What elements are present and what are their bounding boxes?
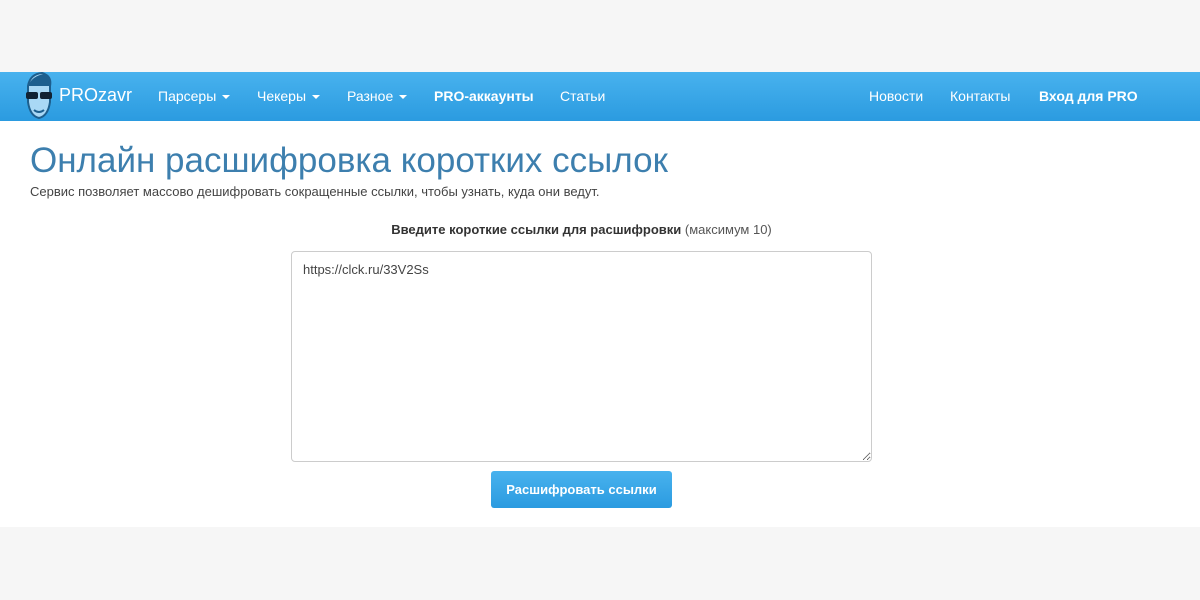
nav-parsers[interactable]: Парсеры — [158, 88, 231, 104]
page-title: Онлайн расшифровка коротких ссылок — [30, 141, 668, 180]
nav-misc[interactable]: Разное — [347, 88, 408, 104]
decode-links-button[interactable]: Расшифровать ссылки — [491, 471, 672, 508]
nav-pro-login[interactable]: Вход для PRO — [1039, 88, 1138, 104]
nav-contacts[interactable]: Контакты — [950, 88, 1010, 104]
page-description: Сервис позволяет массово дешифровать сок… — [30, 184, 600, 199]
caret-down-icon — [399, 95, 408, 100]
textarea-label: Введите короткие ссылки для расшифровки … — [0, 222, 1163, 237]
brand-link[interactable]: PROzavr — [59, 85, 132, 106]
links-textarea[interactable]: https://clck.ru/33V2Ss — [291, 251, 872, 462]
nav-checkers[interactable]: Чекеры — [257, 88, 321, 104]
nav-label: Чекеры — [257, 88, 307, 104]
nav-articles[interactable]: Статьи — [560, 88, 605, 104]
navbar: PROzavr Парсеры Чекеры Разное PRO-аккаун… — [0, 71, 1200, 121]
caret-down-icon — [222, 95, 231, 100]
main-content: Онлайн расшифровка коротких ссылок Серви… — [0, 121, 1200, 527]
nav-pro-accounts[interactable]: PRO-аккаунты — [434, 88, 534, 104]
label-bold: Введите короткие ссылки для расшифровки — [391, 222, 682, 237]
label-note: (максимум 10) — [684, 222, 772, 237]
caret-down-icon — [312, 95, 321, 100]
nav-label: Парсеры — [158, 88, 217, 104]
nav-label: Разное — [347, 88, 394, 104]
nav-news[interactable]: Новости — [869, 88, 923, 104]
logo-mascot-icon[interactable] — [22, 71, 56, 121]
